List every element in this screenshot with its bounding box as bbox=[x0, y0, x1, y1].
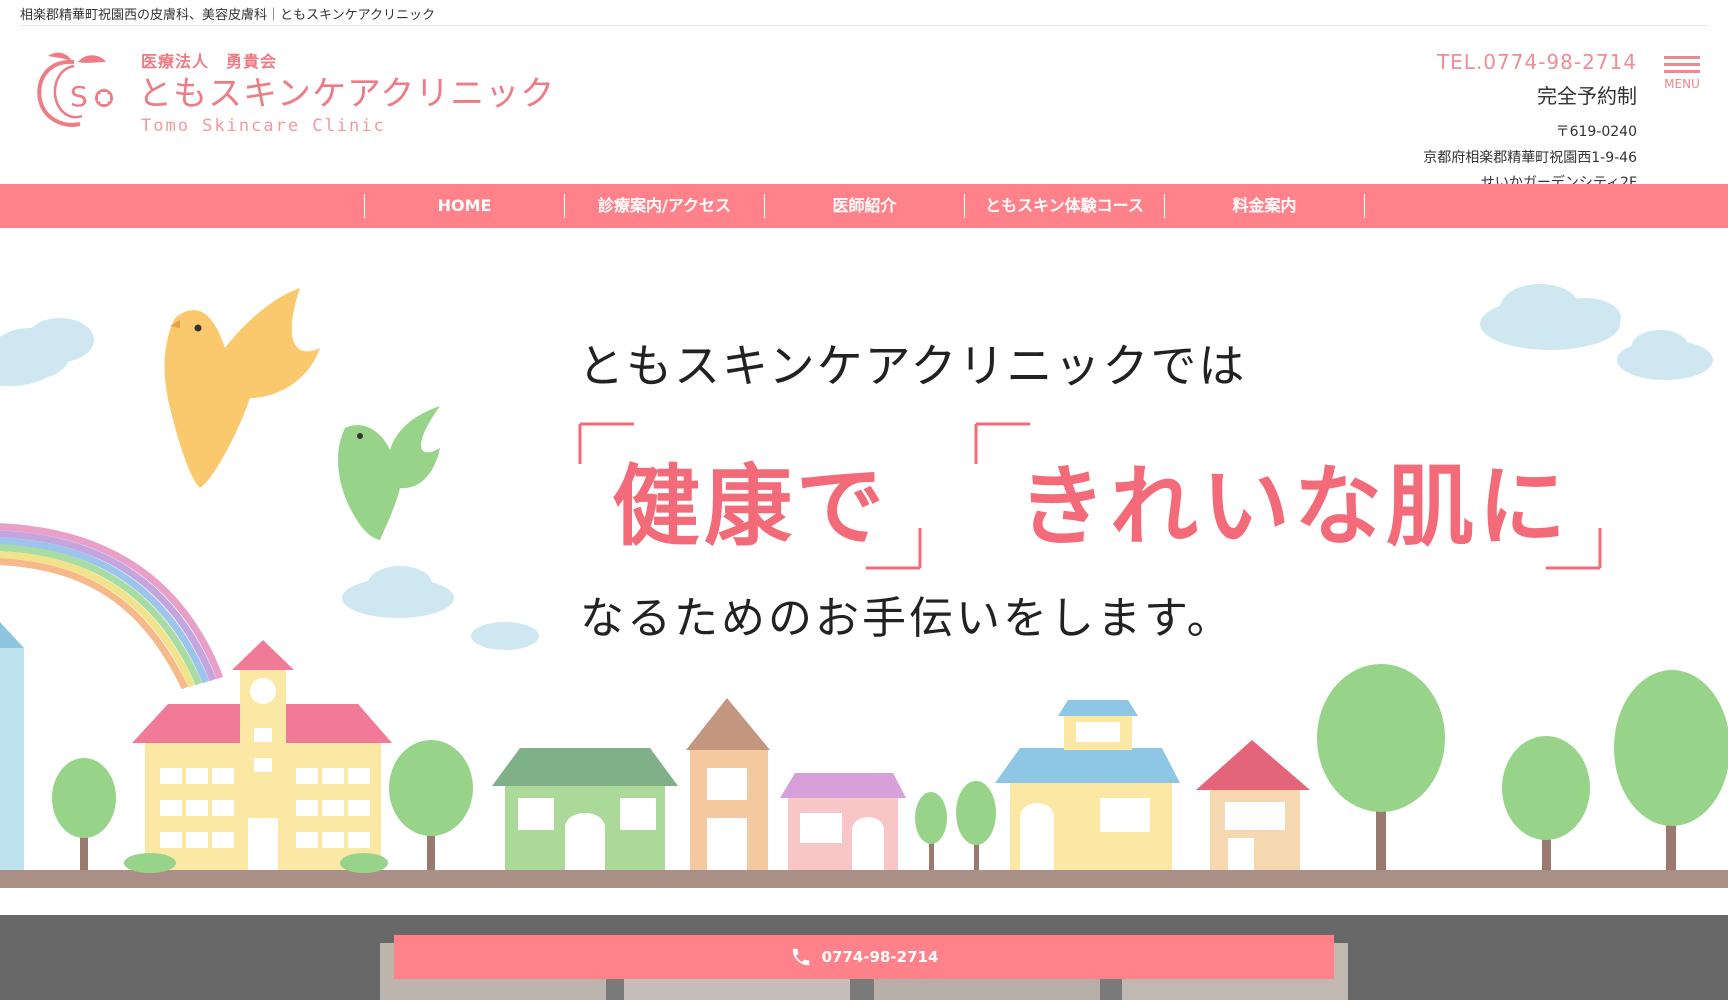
yellow-bird-icon bbox=[164, 288, 320, 488]
green-bird-icon bbox=[338, 406, 440, 540]
hamburger-icon-bar bbox=[1664, 63, 1700, 66]
nav-item-pricing[interactable]: 料金案内 bbox=[1165, 194, 1365, 218]
svg-text:S: S bbox=[70, 80, 88, 113]
menu-label: MENU bbox=[1664, 77, 1700, 91]
hamburger-icon-bar bbox=[1664, 70, 1700, 73]
red-roof-house-icon bbox=[1196, 740, 1310, 870]
rainbow-icon bbox=[0, 523, 224, 690]
address-line-1: 京都府相楽郡精華町祝園西1-9-46 bbox=[1423, 150, 1637, 166]
phone-icon bbox=[792, 948, 809, 966]
logo-clinic-name: ともスキンケアクリニック bbox=[138, 74, 556, 114]
hero-heading-healthy: 健康で bbox=[612, 455, 889, 558]
hero-banner: ともスキンケアクリニックでは 健康で きれいな肌に なるためのお手伝いをします。 bbox=[0, 228, 1728, 918]
hamburger-icon bbox=[1664, 56, 1700, 59]
header-contact: TEL.0774-98-2714 完全予約制 〒619-0240 京都府相楽郡精… bbox=[1423, 50, 1637, 192]
nav-item-home[interactable]: HOME bbox=[365, 194, 565, 218]
site-tagline: 相楽郡精華町祝園西の皮膚科、美容皮膚科｜ともスキンケアクリニック bbox=[20, 8, 435, 23]
yellow-house-icon bbox=[995, 700, 1180, 870]
header-phone[interactable]: TEL.0774-98-2714 bbox=[1423, 50, 1637, 74]
orange-house-icon bbox=[686, 698, 770, 870]
hero-heading-beautiful-skin: きれいな肌に bbox=[1018, 455, 1571, 558]
school-building-icon bbox=[132, 640, 392, 870]
site-logo[interactable]: S 医療法人 勇貴会 ともスキンケアクリニック Tomo Skincare Cl… bbox=[34, 46, 554, 136]
menu-button[interactable]: MENU bbox=[1664, 56, 1700, 94]
pink-house-icon bbox=[780, 773, 906, 870]
nav-item-access[interactable]: 診療案内/アクセス bbox=[565, 194, 765, 218]
reservation-note: 完全予約制 bbox=[1537, 84, 1637, 108]
call-button[interactable]: 0774-98-2714 bbox=[394, 935, 1334, 979]
green-house-icon bbox=[492, 748, 678, 870]
hero-heading-line1: ともスキンケアクリニックでは bbox=[578, 339, 1247, 393]
header-divider bbox=[20, 25, 1708, 26]
nav-item-doctor[interactable]: 医師紹介 bbox=[765, 194, 965, 218]
logo-english-name: Tomo Skincare Clinic bbox=[141, 116, 386, 136]
nav-item-trial-course[interactable]: ともスキン体験コース bbox=[965, 194, 1165, 218]
clinic-logo-icon: S bbox=[37, 52, 113, 127]
call-button-label: 0774-98-2714 bbox=[821, 948, 939, 966]
hero-heading-line3: なるためのお手伝いをします。 bbox=[580, 593, 1234, 644]
postal-code: 〒619-0240 bbox=[1555, 124, 1637, 140]
main-navigation: HOME 診療案内/アクセス 医師紹介 ともスキン体験コース 料金案内 bbox=[0, 184, 1728, 228]
